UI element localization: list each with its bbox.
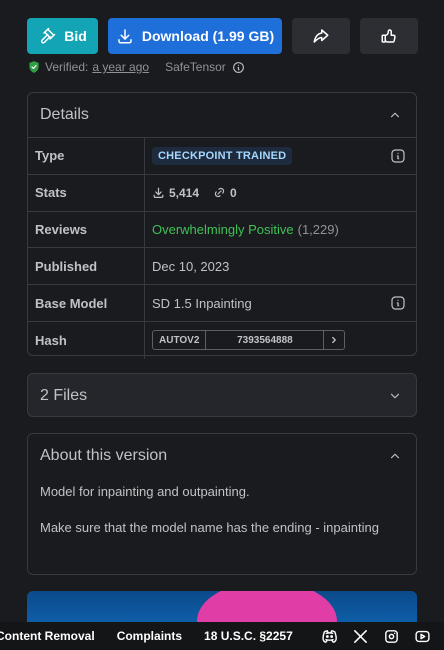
footer-link-content-removal[interactable]: Content Removal (0, 629, 95, 643)
link-icon (214, 188, 225, 198)
details-row-stats: Stats 5,414 0 (28, 174, 416, 212)
download-icon (118, 29, 132, 44)
chevron-up-icon (390, 453, 400, 459)
download-button[interactable]: Download (1.99 GB) (108, 18, 282, 54)
discord-icon[interactable] (321, 628, 338, 645)
published-label: Published (28, 248, 145, 285)
files-header[interactable]: 2 Files (28, 374, 416, 418)
chevron-down-icon (390, 393, 400, 399)
verified-age-link[interactable]: a year ago (92, 60, 149, 74)
details-row-reviews: Reviews Overwhelmingly Positive (1,229) (28, 211, 416, 249)
bid-label: Bid (64, 28, 87, 44)
details-card: Details Type CHECKPOINT TRAINED Stats 5,… (27, 92, 417, 359)
type-label: Type (28, 138, 145, 174)
hash-label: Hash (28, 321, 145, 359)
details-header[interactable]: Details (28, 93, 416, 137)
about-card: About this version Model for inpainting … (27, 433, 417, 575)
chevron-right-icon (332, 337, 337, 344)
details-row-type: Type CHECKPOINT TRAINED (28, 138, 416, 175)
stats-label: Stats (28, 174, 145, 211)
details-table: Type CHECKPOINT TRAINED Stats 5,414 0 Re… (28, 137, 416, 359)
base-model-value: SD 1.5 Inpainting (152, 295, 252, 311)
action-row: Bid Download (1.99 GB) (27, 18, 418, 54)
files-card[interactable]: 2 Files (27, 373, 417, 417)
thumb-up-icon (381, 29, 396, 43)
reviews-sentiment-link[interactable]: Overwhelmingly Positive (152, 222, 294, 237)
link-count: 0 (213, 186, 237, 200)
instagram-icon[interactable] (383, 628, 400, 645)
share-button[interactable] (292, 18, 350, 54)
chevron-up-icon (390, 112, 400, 118)
about-body: Model for inpainting and outpainting. Ma… (28, 478, 416, 538)
hash-next-button[interactable] (324, 331, 344, 349)
footer-link-complaints[interactable]: Complaints (117, 629, 182, 643)
format-label: SafeTensor (165, 60, 226, 74)
base-model-label: Base Model (28, 285, 145, 321)
published-date: Dec 10, 2023 (152, 258, 230, 274)
youtube-icon[interactable] (414, 628, 431, 645)
reviews-count: (1,229) (297, 221, 339, 237)
about-title: About this version (40, 447, 168, 464)
shield-check-icon (29, 61, 39, 73)
bid-button[interactable]: Bid (27, 18, 98, 54)
footer: Content Removal Complaints 18 U.S.C. §22… (0, 622, 444, 650)
details-row-published: Published Dec 10, 2023 (28, 248, 416, 286)
hash-value[interactable]: 7393564888 (206, 331, 325, 350)
download-count: 5,414 (152, 186, 199, 200)
info-icon[interactable] (232, 61, 245, 74)
about-header[interactable]: About this version (28, 434, 416, 478)
type-info-icon[interactable] (390, 148, 406, 164)
verified-prefix: Verified: (45, 60, 89, 74)
social-links (321, 628, 431, 645)
download-small-icon (153, 187, 164, 199)
gavel-icon (41, 27, 56, 44)
details-row-base-model: Base Model SD 1.5 Inpainting (28, 285, 416, 322)
details-row-hash: Hash AUTOV2 7393564888 (28, 321, 416, 359)
files-title: 2 Files (40, 387, 88, 404)
base-model-info-icon[interactable] (390, 295, 406, 311)
footer-link-2257[interactable]: 18 U.S.C. §2257 (204, 629, 293, 643)
download-count-value: 5,414 (169, 185, 200, 200)
details-title: Details (40, 106, 89, 123)
share-icon (313, 29, 329, 43)
x-icon[interactable] (352, 628, 369, 645)
type-badge: CHECKPOINT TRAINED (152, 146, 293, 165)
hash-box: AUTOV2 7393564888 (152, 330, 346, 351)
hash-type: AUTOV2 (153, 331, 207, 350)
about-paragraph: Model for inpainting and outpainting. (40, 484, 250, 499)
download-label: Download (1.99 GB) (141, 28, 275, 44)
verified-line: Verified: a year ago SafeTensor (27, 60, 245, 74)
reviews-label: Reviews (28, 211, 145, 248)
about-paragraph: Make sure that the model name has the en… (40, 520, 379, 535)
like-button[interactable] (360, 18, 418, 54)
link-count-value: 0 (230, 185, 237, 200)
